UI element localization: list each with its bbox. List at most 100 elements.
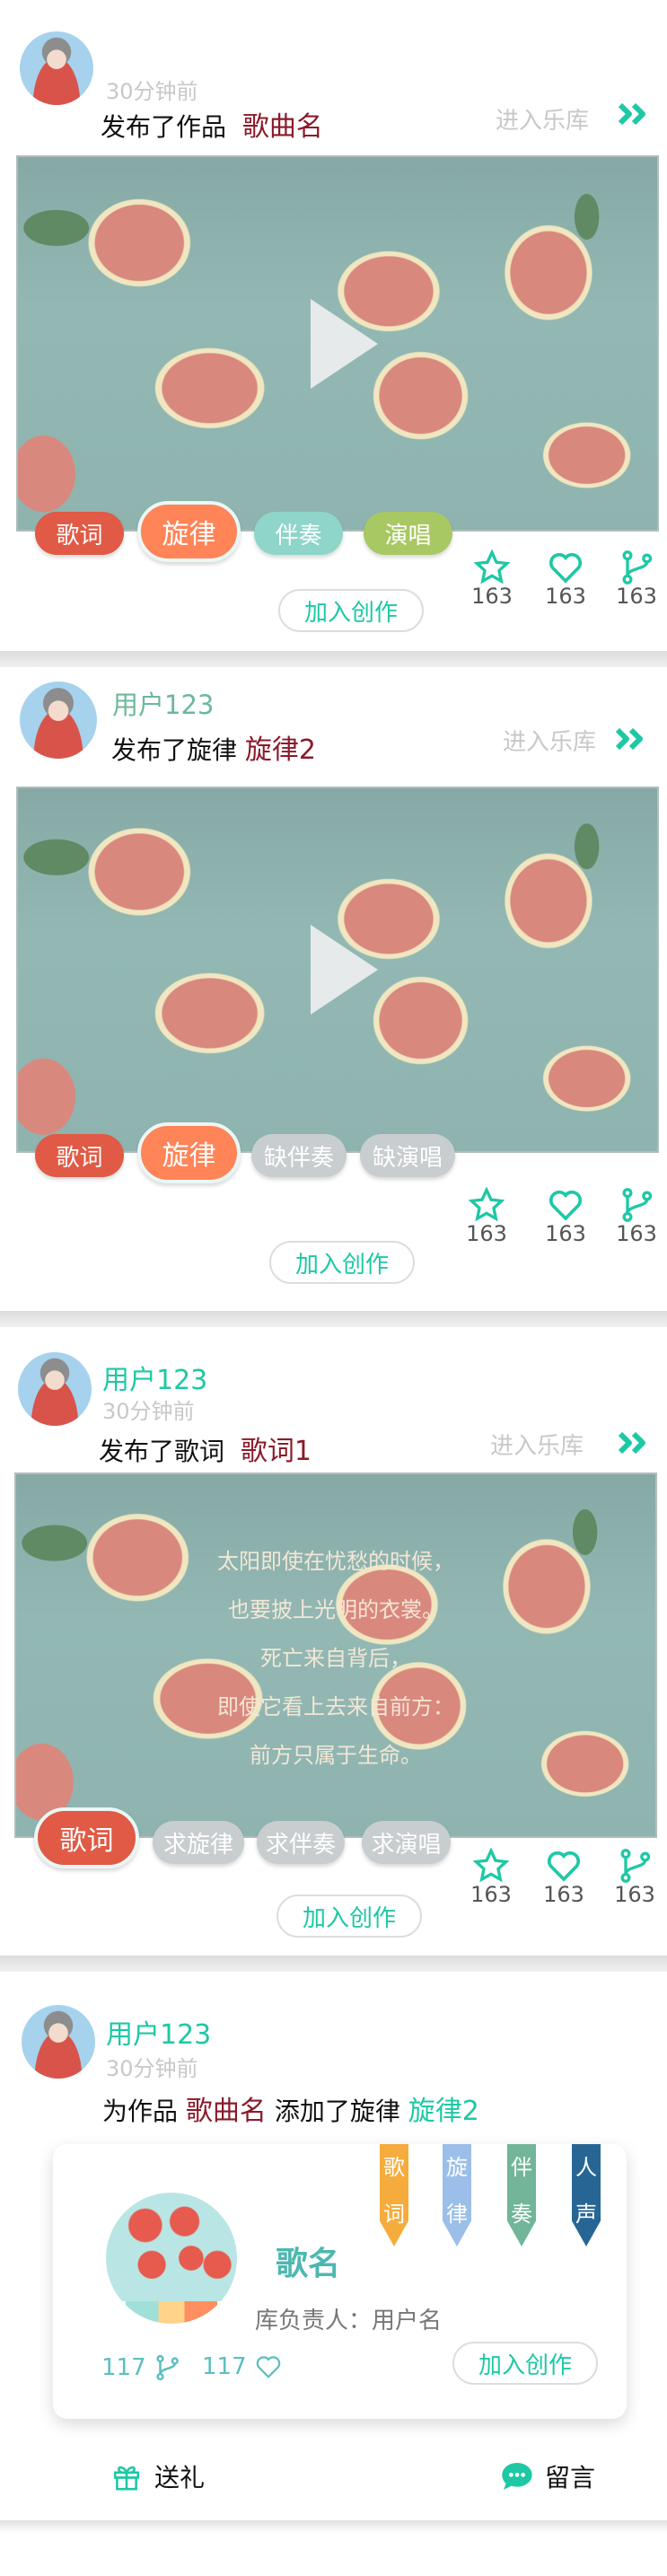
owner-name[interactable]: 用户名 (372, 2308, 442, 2334)
tag-seek-accompaniment[interactable]: 求伴奏 (257, 1821, 345, 1864)
favorite-stat[interactable]: 163 (464, 1848, 518, 1905)
avatar[interactable] (20, 31, 93, 105)
like-stat[interactable]: 163 (537, 1848, 591, 1905)
username-link[interactable]: 用户123 (102, 1358, 207, 1397)
gift-label: 送礼 (154, 2463, 206, 2492)
melody-link[interactable]: 旋律2 (408, 2096, 479, 2127)
star-icon (474, 549, 510, 585)
ribbon-melody: 旋律 (443, 2144, 471, 2246)
favorite-count: 163 (466, 1221, 507, 1246)
like-stat[interactable]: 163 (539, 549, 592, 607)
action-verb: 发布了作品 (101, 112, 227, 142)
ribbon-label: 歌词 (383, 2155, 405, 2227)
avatar[interactable] (18, 1352, 92, 1426)
join-creation-button[interactable]: 加入创作 (452, 2342, 598, 2385)
tag-missing-vocal[interactable]: 缺演唱 (360, 1134, 455, 1177)
branch-icon (622, 550, 653, 585)
video-thumbnail[interactable] (16, 155, 659, 532)
card-divider (0, 2520, 667, 2533)
avatar[interactable] (20, 681, 97, 759)
action-prefix: 为作品 (102, 2097, 179, 2126)
tag-seek-melody[interactable]: 求旋律 (153, 1821, 244, 1864)
tag-missing-accompaniment[interactable]: 缺伴奏 (251, 1134, 347, 1177)
heart-icon (548, 1851, 580, 1882)
ribbon-lyrics: 歌词 (380, 2144, 408, 2246)
ribbon-vocal: 人声 (572, 2144, 601, 2246)
favorite-stat[interactable]: 163 (460, 1187, 513, 1244)
comment-button[interactable]: 留言 (498, 2458, 595, 2494)
tag-vocal[interactable]: 演唱 (364, 512, 452, 555)
like-stat[interactable]: 117 (202, 2353, 283, 2380)
work-title[interactable]: 歌名 (276, 2238, 340, 2284)
action-verb: 发布了歌词 (99, 1437, 225, 1466)
favorite-stat[interactable]: 163 (465, 549, 519, 607)
album-cover[interactable] (106, 2193, 237, 2324)
username-link[interactable]: 用户123 (112, 684, 214, 722)
join-creation-button[interactable]: 加入创作 (278, 589, 424, 632)
lyrics-text: 太阳即使在忧愁的时候， 也要披上光明的衣裳。 死亡来自背后， 即使它看上去来自前… (16, 1537, 655, 1780)
post-time: 30分钟前 (106, 79, 198, 104)
double-chevron-right-icon[interactable] (615, 727, 647, 751)
gift-icon (113, 2466, 140, 2491)
card-divider (0, 1956, 667, 1972)
fork-stat[interactable]: 117 (101, 2353, 180, 2382)
join-creation-button[interactable]: 加入创作 (276, 1895, 422, 1938)
action-text: 发布了歌词 歌词1 (99, 1429, 312, 1468)
fork-stat[interactable]: 163 (608, 1848, 662, 1905)
star-icon (473, 1848, 509, 1883)
double-chevron-right-icon[interactable] (618, 102, 650, 126)
tag-lyrics[interactable]: 歌词 (35, 1134, 124, 1177)
username-link[interactable]: 用户123 (106, 2012, 211, 2052)
play-icon[interactable] (311, 298, 378, 389)
fork-stat[interactable]: 163 (610, 549, 663, 607)
join-creation-button[interactable]: 加入创作 (269, 1241, 415, 1284)
enter-library-link[interactable]: 进入乐库 (490, 1428, 584, 1461)
owner-label: 库负责人： (255, 2308, 373, 2334)
fork-stat[interactable]: 163 (610, 1187, 663, 1244)
tag-melody[interactable]: 旋律 (137, 1122, 241, 1183)
double-chevron-right-icon[interactable] (618, 1431, 650, 1455)
work-link[interactable]: 歌曲名 (242, 111, 323, 143)
play-icon[interactable] (311, 925, 378, 1015)
work-link[interactable]: 歌词1 (241, 1436, 312, 1467)
branch-icon (156, 2354, 179, 2381)
favorite-count: 163 (470, 1882, 512, 1907)
work-card[interactable]: 歌词 旋律 伴奏 人声 歌名 库负责人：用户名 117 117 加入创作 (53, 2144, 627, 2419)
enter-library-link[interactable]: 进入乐库 (503, 724, 596, 757)
gift-button[interactable]: 送礼 (111, 2458, 205, 2494)
enter-library-link[interactable]: 进入乐库 (496, 102, 589, 136)
tag-lyrics[interactable]: 歌词 (34, 1807, 139, 1868)
lyric-line: 太阳即使在忧愁的时候， (217, 1549, 454, 1574)
lyric-line: 前方只属于生命。 (250, 1743, 422, 1768)
heart-icon (549, 1191, 582, 1221)
tag-lyrics[interactable]: 歌词 (35, 512, 124, 555)
lyrics-preview[interactable]: 太阳即使在忧愁的时候， 也要披上光明的衣裳。 死亡来自背后， 即使它看上去来自前… (14, 1473, 657, 1838)
tag-accompaniment[interactable]: 伴奏 (254, 512, 343, 555)
lyric-line: 也要披上光明的衣裳。 (228, 1597, 443, 1622)
tag-melody[interactable]: 旋律 (137, 501, 241, 562)
ribbon-label: 旋律 (446, 2155, 468, 2227)
owner-info: 库负责人：用户名 (255, 2302, 442, 2335)
chat-bubble-icon (502, 2463, 532, 2490)
branch-icon (620, 1849, 651, 1883)
ribbon-label: 人声 (575, 2155, 597, 2227)
card-divider (0, 1311, 667, 1327)
ribbon-label: 伴奏 (511, 2155, 532, 2227)
like-count: 163 (545, 1221, 586, 1246)
work-link[interactable]: 旋律2 (245, 734, 316, 766)
action-text: 发布了作品 歌曲名 (101, 104, 323, 144)
like-stat[interactable]: 163 (539, 1187, 592, 1244)
work-link[interactable]: 歌曲名 (186, 2096, 267, 2127)
branch-icon (622, 1188, 653, 1222)
heart-icon (549, 553, 582, 584)
video-thumbnail[interactable] (16, 787, 659, 1153)
post-time: 30分钟前 (102, 1399, 195, 1424)
lyric-line: 即使它看上去来自前方： (217, 1694, 454, 1719)
card-divider (0, 651, 667, 667)
favorite-count: 163 (471, 584, 513, 609)
avatar[interactable] (22, 2005, 95, 2079)
action-text: 发布了旋律 旋律2 (111, 727, 316, 767)
like-count: 117 (202, 2353, 247, 2380)
tag-seek-vocal[interactable]: 求演唱 (362, 1821, 451, 1864)
star-icon (469, 1187, 505, 1222)
